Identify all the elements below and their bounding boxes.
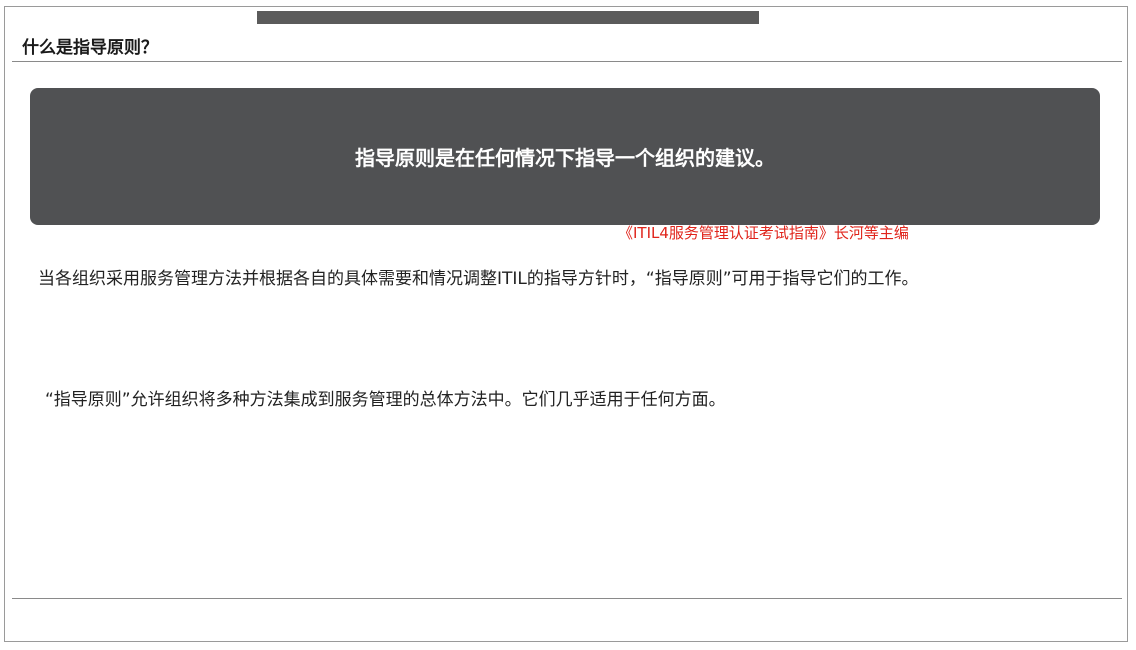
definition-box: 指导原则是在任何情况下指导一个组织的建议。 — [30, 88, 1100, 225]
top-decoration-bar — [257, 11, 759, 24]
body-paragraph-1: 当各组织采用服务管理方法并根据各自的具体需要和情况调整ITIL的指导方针时，“指… — [38, 269, 919, 289]
page-title: 什么是指导原则？ — [22, 38, 158, 58]
title-divider — [12, 61, 1122, 62]
body-paragraph-2: “指导原则”允许组织将多种方法集成到服务管理的总体方法中。它们几乎适用于任何方面… — [45, 390, 726, 410]
source-citation: 《ITIL4服务管理认证考试指南》长河等主编 — [618, 224, 909, 242]
definition-text: 指导原则是在任何情况下指导一个组织的建议。 — [355, 146, 775, 170]
footer-divider — [12, 598, 1122, 599]
